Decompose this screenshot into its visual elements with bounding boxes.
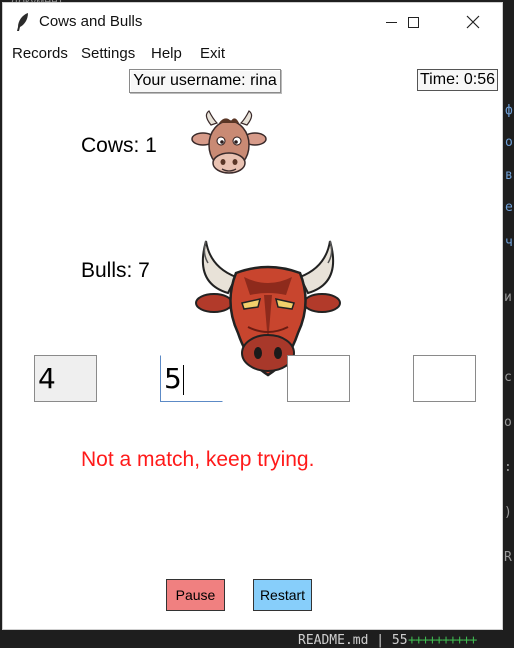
- window-title: Cows and Bulls: [39, 13, 143, 30]
- maximize-icon: [407, 16, 419, 28]
- close-icon: [466, 15, 480, 29]
- background-fragment: е: [505, 200, 513, 215]
- status-message: Not a match, keep trying.: [81, 448, 315, 471]
- background-fragment: ): [504, 505, 512, 520]
- background-fragment: o: [504, 415, 512, 430]
- menu-bar: Records Settings Help Exit: [3, 43, 502, 65]
- background-fragment: ч: [505, 235, 513, 250]
- maximize-button[interactable]: [390, 3, 436, 41]
- background-diff-plus: ++++++++++: [408, 633, 477, 648]
- restart-button[interactable]: Restart: [253, 579, 312, 611]
- digit-input-2[interactable]: 5: [160, 355, 223, 402]
- timer-label: Time: 0:56: [417, 69, 498, 91]
- cow-icon: [191, 110, 267, 174]
- background-fragment: в: [505, 168, 513, 183]
- username-label: Your username: rina: [129, 69, 281, 93]
- digit-input-4[interactable]: [413, 355, 476, 402]
- menu-exit[interactable]: Exit: [200, 45, 225, 62]
- digit-input-1[interactable]: 4: [34, 355, 97, 402]
- app-window: Cows and Bulls Records Settings Help Exi…: [2, 2, 503, 630]
- menu-help[interactable]: Help: [151, 45, 182, 62]
- feather-icon: [17, 13, 28, 31]
- background-readme: README.md | 55: [298, 633, 408, 648]
- close-button[interactable]: [450, 3, 496, 41]
- menu-settings[interactable]: Settings: [81, 45, 135, 62]
- background-fragment: :: [504, 460, 512, 475]
- background-fragment: ф: [505, 103, 513, 118]
- pause-button[interactable]: Pause: [166, 579, 225, 611]
- text-caret: [182, 365, 184, 395]
- background-fragment: c: [504, 370, 512, 385]
- digit-input-2-value: 5: [164, 362, 182, 395]
- background-editor: [503, 0, 514, 645]
- background-fragment: R: [504, 550, 512, 565]
- digit-input-3[interactable]: [287, 355, 350, 402]
- background-fragment: и: [504, 290, 512, 305]
- bulls-count: Bulls: 7: [81, 259, 150, 282]
- menu-records[interactable]: Records: [12, 45, 68, 62]
- title-bar: Cows and Bulls: [3, 3, 502, 41]
- cows-count: Cows: 1: [81, 134, 157, 157]
- background-fragment: о: [505, 135, 513, 150]
